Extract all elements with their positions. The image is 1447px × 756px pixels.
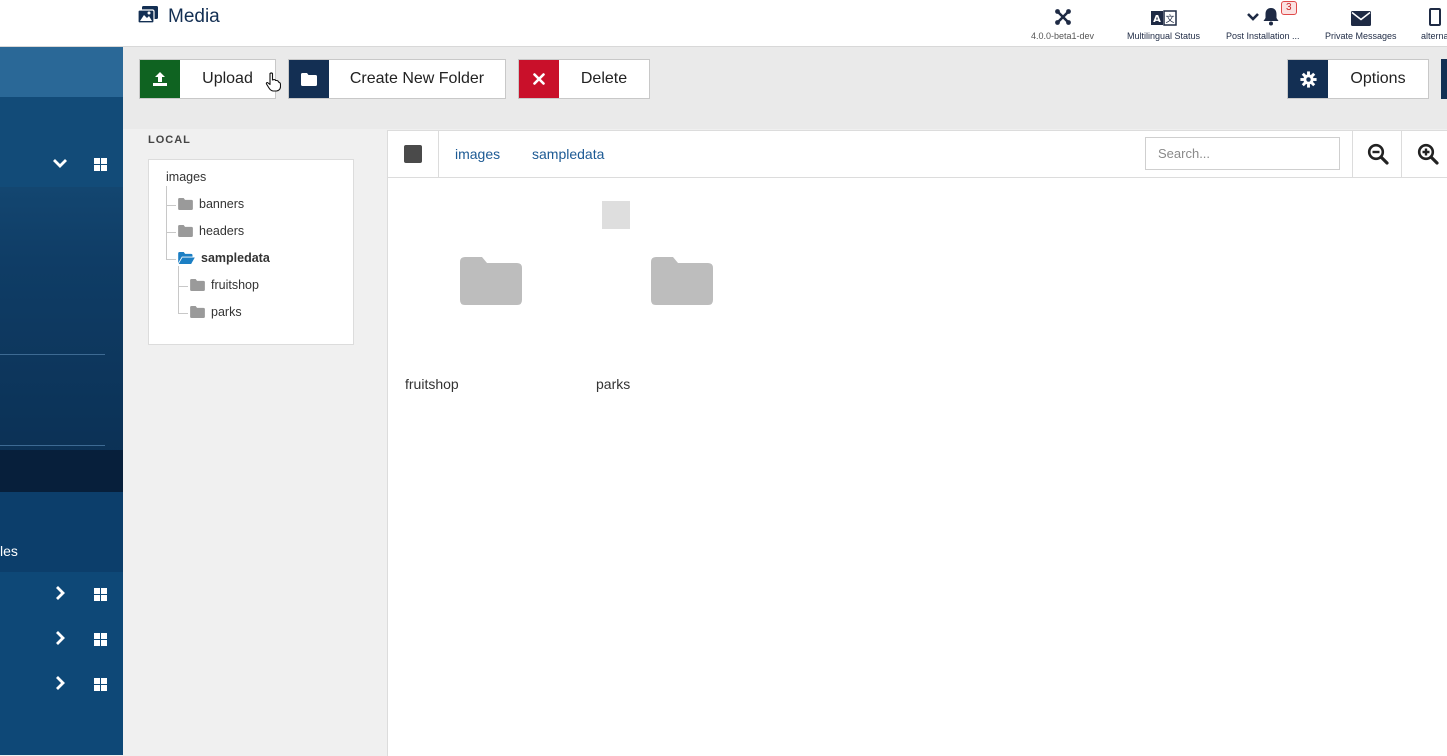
help-button-edge[interactable] (1441, 59, 1447, 99)
breadcrumb-images[interactable]: images (455, 146, 500, 162)
user-icon (1421, 4, 1443, 26)
sidebar-item-collapsed[interactable] (0, 579, 123, 609)
tree-line (166, 259, 176, 260)
tree-line (166, 205, 176, 206)
divider (438, 131, 439, 177)
browser-toolbar: images sampledata (388, 131, 1447, 178)
zoom-in-icon[interactable] (1413, 139, 1443, 169)
language-icon: A文 (1150, 4, 1177, 26)
sidebar-item-collapsed[interactable] (0, 624, 123, 654)
tree-node-headers[interactable]: headers (178, 224, 244, 238)
private-messages[interactable]: Private Messages (1325, 4, 1397, 41)
folder-icon (460, 257, 522, 305)
tree-node-label: parks (211, 305, 242, 319)
tree-root-images[interactable]: images (166, 170, 206, 184)
tree-node-parks[interactable]: parks (190, 305, 242, 319)
sidebar-divider (0, 354, 105, 355)
tree-node-label: headers (199, 224, 245, 238)
media-item-parks[interactable]: parks (579, 191, 759, 401)
sidebar-divider (0, 445, 105, 446)
post-install-icons (1246, 4, 1280, 26)
sidebar-item-collapsed[interactable] (0, 669, 123, 699)
tree-line (178, 286, 188, 287)
joomla-icon (1054, 4, 1072, 26)
dashboard-grid-icon[interactable] (94, 633, 107, 646)
tree-node-sampledata[interactable]: sampledata (178, 251, 270, 265)
zoom-out-icon[interactable] (1363, 139, 1393, 169)
tree-node-label: fruitshop (211, 278, 259, 292)
tree-line (178, 266, 179, 313)
notification-badge: 3 (1281, 1, 1297, 15)
chevron-right-icon (56, 676, 65, 690)
breadcrumb-sampledata[interactable]: sampledata (532, 146, 604, 162)
version-label: 4.0.0-beta1-dev (1031, 31, 1095, 41)
dashboard-grid-icon[interactable] (94, 158, 107, 171)
create-folder-label: Create New Folder (349, 70, 485, 87)
divider (1401, 131, 1402, 177)
page-title-group: Media (137, 6, 220, 28)
version-item[interactable]: 4.0.0-beta1-dev (1031, 4, 1094, 41)
folder-open-icon (178, 252, 195, 264)
sidebar-item-active[interactable] (0, 450, 123, 492)
sidebar-toggle-area[interactable] (0, 47, 123, 97)
messages-label: Private Messages (1325, 31, 1397, 41)
upload-icon (140, 60, 180, 98)
media-item-label: fruitshop (405, 376, 459, 392)
tree-line (166, 232, 176, 233)
tree-line (166, 186, 167, 259)
select-all-checkbox[interactable] (404, 145, 422, 163)
chevron-right-icon (56, 586, 65, 600)
media-browser: images sampledata fruitshop parks (387, 130, 1447, 756)
upload-label: Upload (202, 70, 253, 87)
folder-icon (190, 279, 205, 291)
post-installation-messages[interactable]: 3 Post Installation ... (1226, 1, 1300, 41)
media-item-label: parks (596, 376, 631, 392)
tree-line (178, 313, 188, 314)
svg-text:文: 文 (1165, 13, 1174, 25)
multilingual-label: Multilingual Status (1127, 31, 1201, 41)
dashboard-grid-icon[interactable] (94, 678, 107, 691)
page-title: Media (168, 6, 220, 27)
options-label: Options (1350, 70, 1406, 87)
chevron-down-icon (1246, 13, 1259, 21)
folder-icon (178, 198, 193, 210)
top-header: Media 4.0.0-beta1-dev A文 Multilingual St… (0, 0, 1447, 47)
divider (1352, 131, 1353, 177)
user-label: alterna (1421, 31, 1447, 41)
close-icon (519, 60, 559, 98)
gear-icon (1288, 60, 1328, 98)
envelope-icon (1350, 4, 1371, 26)
delete-label: Delete (580, 70, 628, 87)
folder-icon (178, 225, 193, 237)
post-install-label: Post Installation ... (1226, 31, 1300, 41)
bell-icon (1263, 8, 1279, 26)
tree-node-label: banners (199, 197, 245, 211)
pointer-cursor-icon (265, 72, 281, 92)
tree-node-fruitshop[interactable]: fruitshop (190, 278, 259, 292)
folder-tree: images banners headers sampledata fruits… (148, 159, 354, 345)
folder-icon (651, 257, 713, 305)
folder-icon (289, 60, 329, 98)
delete-button[interactable]: Delete (518, 59, 650, 99)
media-icon (137, 6, 158, 28)
sidebar-item-label[interactable]: les (0, 543, 18, 559)
folder-icon (190, 306, 205, 318)
svg-text:A: A (1153, 14, 1161, 25)
multilingual-status[interactable]: A文 Multilingual Status (1127, 4, 1200, 41)
tree-node-label: sampledata (201, 251, 270, 265)
create-folder-button[interactable]: Create New Folder (288, 59, 506, 99)
user-menu[interactable]: alterna (1421, 4, 1447, 41)
media-item-fruitshop[interactable]: fruitshop (388, 191, 568, 401)
search-input[interactable] (1145, 137, 1340, 170)
sidebar-item-expanded[interactable] (0, 149, 123, 179)
chevron-right-icon (56, 631, 65, 645)
tree-section-label: LOCAL (148, 134, 191, 146)
options-button[interactable]: Options (1287, 59, 1429, 99)
dashboard-grid-icon[interactable] (94, 588, 107, 601)
upload-button[interactable]: Upload (139, 59, 276, 99)
chevron-down-icon (53, 159, 67, 168)
sidebar: les (0, 47, 123, 755)
tree-node-banners[interactable]: banners (178, 197, 244, 211)
